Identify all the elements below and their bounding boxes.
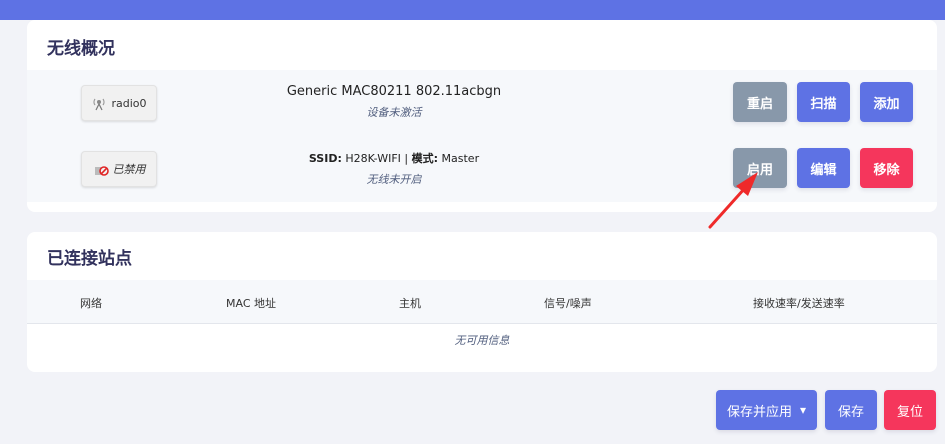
red-arrow-icon	[708, 172, 758, 229]
